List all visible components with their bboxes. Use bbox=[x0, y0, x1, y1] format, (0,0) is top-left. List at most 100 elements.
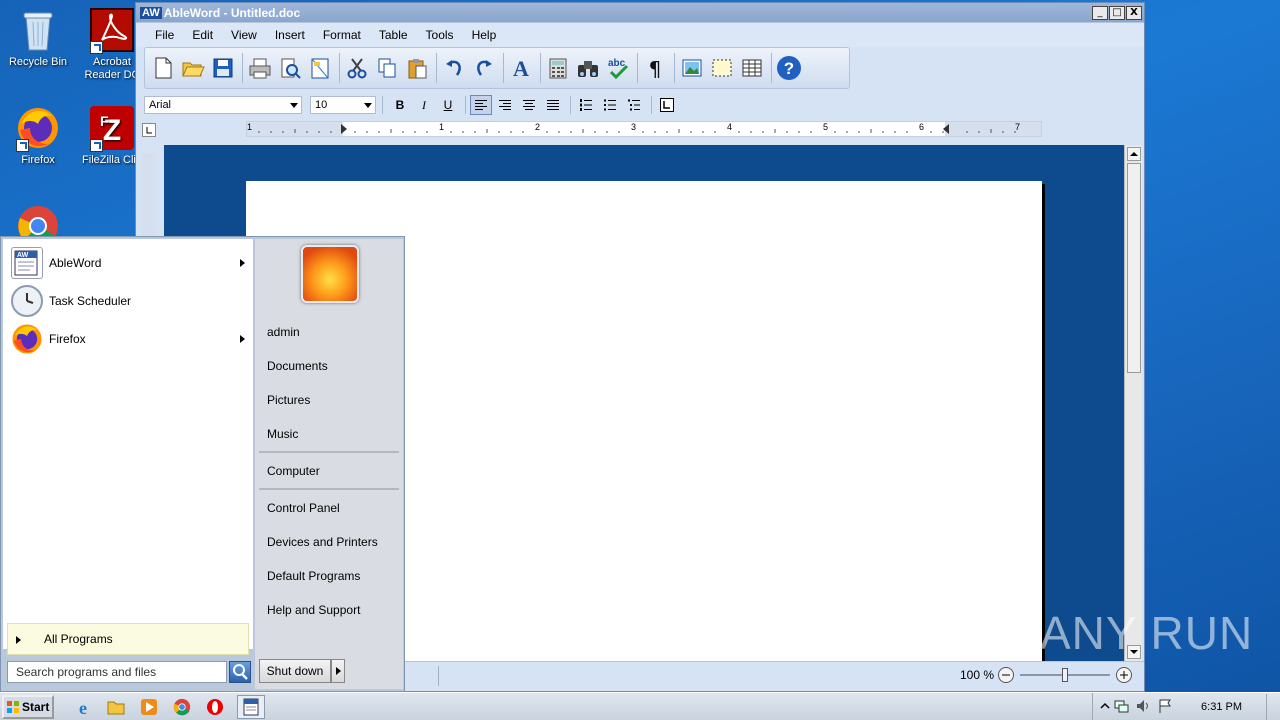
insert-picture-button[interactable] bbox=[678, 53, 706, 83]
tab-selector-button[interactable] bbox=[142, 123, 156, 137]
shortcut-arrow-icon bbox=[16, 139, 29, 152]
menu-table[interactable]: Table bbox=[370, 28, 417, 42]
toolbar-separator bbox=[339, 53, 340, 83]
right-indent-marker[interactable] bbox=[943, 124, 949, 134]
tab-stop-button[interactable] bbox=[656, 95, 678, 115]
zoom-out-button[interactable] bbox=[998, 667, 1014, 683]
start-link-music[interactable]: Music bbox=[267, 427, 298, 441]
show-formatting-button[interactable]: ¶ bbox=[641, 53, 669, 83]
minimize-button[interactable]: _ bbox=[1092, 5, 1108, 20]
font-size-select[interactable]: 10 bbox=[310, 96, 376, 114]
start-link-computer[interactable]: Computer bbox=[267, 464, 320, 478]
pinned-program-firefox[interactable]: Firefox bbox=[11, 321, 251, 357]
taskbar-explorer[interactable] bbox=[105, 696, 127, 718]
taskbar-chrome[interactable] bbox=[171, 696, 193, 718]
show-hidden-icons-button[interactable] bbox=[1099, 700, 1113, 715]
justify-button[interactable] bbox=[542, 95, 564, 115]
font-button[interactable]: A bbox=[507, 53, 535, 83]
start-link-control-panel[interactable]: Control Panel bbox=[267, 501, 340, 515]
redo-button[interactable] bbox=[470, 53, 498, 83]
menu-edit[interactable]: Edit bbox=[183, 28, 222, 42]
volume-tray-icon[interactable] bbox=[1135, 698, 1157, 717]
spellcheck-button[interactable]: abc bbox=[604, 53, 632, 83]
numbered-list-button[interactable] bbox=[575, 95, 597, 115]
bullet-list-button[interactable] bbox=[599, 95, 621, 115]
menu-help[interactable]: Help bbox=[463, 28, 506, 42]
align-center-button[interactable] bbox=[518, 95, 540, 115]
paste-button[interactable] bbox=[403, 53, 431, 83]
zoom-in-button[interactable] bbox=[1116, 667, 1132, 683]
action-center-tray-icon[interactable] bbox=[1157, 698, 1179, 717]
scroll-up-button[interactable] bbox=[1127, 147, 1141, 161]
vertical-scrollbar[interactable] bbox=[1124, 145, 1142, 661]
cut-button[interactable] bbox=[343, 53, 371, 83]
insert-table-button[interactable] bbox=[738, 53, 766, 83]
left-indent-marker[interactable] bbox=[341, 124, 347, 134]
save-button[interactable] bbox=[209, 53, 237, 83]
bold-button[interactable]: B bbox=[389, 95, 411, 115]
outline-list-button[interactable] bbox=[623, 95, 645, 115]
font-name-select[interactable]: Arial bbox=[144, 96, 302, 114]
menu-view[interactable]: View bbox=[222, 28, 266, 42]
zoom-slider-thumb[interactable] bbox=[1062, 668, 1068, 682]
underline-button[interactable]: U bbox=[437, 95, 459, 115]
start-link-admin[interactable]: admin bbox=[267, 325, 300, 339]
pinned-program-ableword[interactable]: AW AbleWord bbox=[11, 245, 251, 281]
start-link-pictures[interactable]: Pictures bbox=[267, 393, 310, 407]
chevron-right-icon bbox=[240, 259, 245, 267]
start-search-input[interactable]: Search programs and files bbox=[7, 661, 227, 683]
zoom-level: 100 % bbox=[960, 668, 995, 682]
maximize-button[interactable]: □ bbox=[1109, 5, 1125, 20]
italic-button[interactable]: I bbox=[413, 95, 435, 115]
windows-logo-icon bbox=[7, 700, 19, 713]
taskbar-opera[interactable] bbox=[204, 696, 226, 718]
toolbar-separator bbox=[540, 53, 541, 83]
new-document-button[interactable] bbox=[149, 53, 177, 83]
start-link-documents[interactable]: Documents bbox=[267, 359, 328, 373]
start-link-devices-printers[interactable]: Devices and Printers bbox=[267, 535, 378, 549]
menu-format[interactable]: Format bbox=[314, 28, 370, 42]
find-button[interactable] bbox=[574, 53, 602, 83]
desktop-icon-firefox[interactable]: Firefox bbox=[0, 106, 76, 167]
folder-icon bbox=[107, 701, 125, 714]
print-button[interactable] bbox=[246, 53, 274, 83]
bullet-list-icon bbox=[604, 99, 616, 111]
shutdown-button[interactable]: Shut down bbox=[259, 659, 331, 683]
title-bar[interactable]: AW AbleWord - Untitled.doc _ □ X bbox=[136, 3, 1144, 23]
help-button[interactable]: ? bbox=[775, 53, 803, 83]
system-clock[interactable]: 6:31 PM bbox=[1201, 701, 1242, 713]
all-programs-button[interactable]: All Programs bbox=[7, 623, 249, 655]
desktop-icon-recycle-bin[interactable]: Recycle Bin bbox=[0, 8, 76, 69]
start-link-help-support[interactable]: Help and Support bbox=[267, 603, 360, 617]
help-icon: ? bbox=[777, 56, 801, 80]
close-button[interactable]: X bbox=[1126, 5, 1142, 20]
pinned-program-task-scheduler[interactable]: Task Scheduler bbox=[11, 283, 251, 319]
calculator-button[interactable] bbox=[544, 53, 572, 83]
shutdown-options-button[interactable] bbox=[331, 659, 345, 683]
print-preview-button[interactable] bbox=[276, 53, 304, 83]
search-button[interactable] bbox=[229, 661, 251, 683]
svg-text:A: A bbox=[513, 57, 529, 79]
ableword-icon: AW bbox=[11, 247, 43, 279]
menu-insert[interactable]: Insert bbox=[266, 28, 314, 42]
copy-button[interactable] bbox=[373, 53, 401, 83]
start-button[interactable]: Start bbox=[2, 694, 54, 719]
user-avatar[interactable] bbox=[301, 245, 359, 303]
taskbar-ableword[interactable] bbox=[237, 694, 265, 719]
undo-button[interactable] bbox=[440, 53, 468, 83]
toolbar-separator bbox=[570, 96, 571, 114]
network-tray-icon[interactable] bbox=[1113, 698, 1135, 717]
scrollbar-thumb[interactable] bbox=[1127, 163, 1141, 373]
show-desktop-button[interactable] bbox=[1266, 694, 1280, 720]
align-left-button[interactable] bbox=[470, 95, 492, 115]
taskbar-media-player[interactable] bbox=[138, 696, 160, 718]
horizontal-ruler[interactable]: 1 1 2 3 4 5 6 7 bbox=[246, 121, 1042, 137]
start-link-default-programs[interactable]: Default Programs bbox=[267, 569, 360, 583]
taskbar-ie[interactable]: e bbox=[72, 696, 94, 718]
open-button[interactable] bbox=[179, 53, 207, 83]
menu-file[interactable]: File bbox=[146, 28, 183, 42]
align-right-button[interactable] bbox=[494, 95, 516, 115]
insert-frame-button[interactable] bbox=[708, 53, 736, 83]
page-setup-button[interactable] bbox=[306, 53, 334, 83]
menu-tools[interactable]: Tools bbox=[417, 28, 463, 42]
